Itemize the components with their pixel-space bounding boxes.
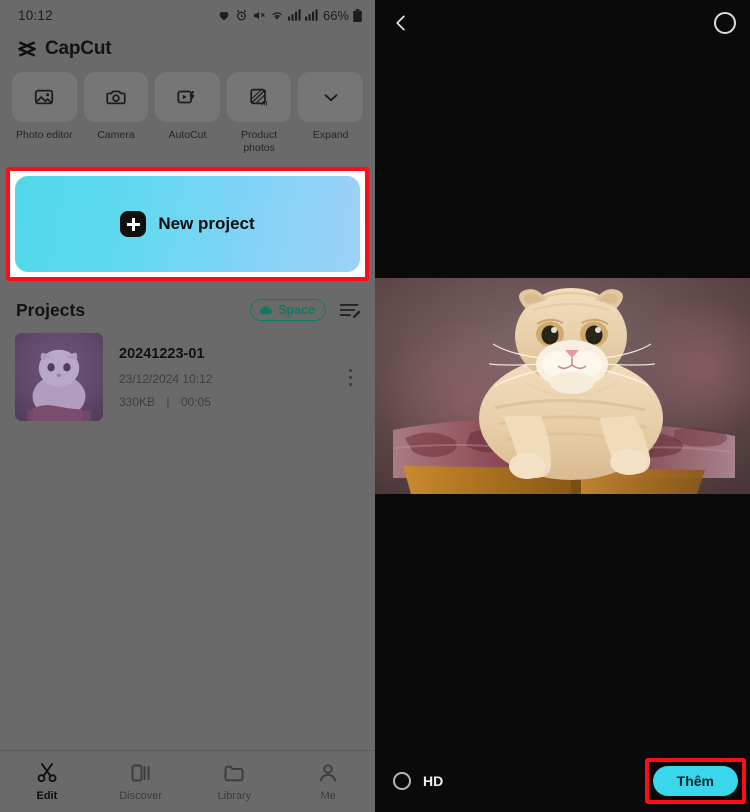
plus-icon: [120, 211, 147, 237]
project-date: 23/12/2024 10:12: [119, 371, 213, 386]
status-bar: 10:12 66%: [0, 0, 375, 30]
new-project-label: New project: [158, 214, 255, 233]
autocut-icon: [177, 90, 195, 104]
project-name: 20241223-01: [119, 345, 205, 362]
tool-product-photos-tile[interactable]: AI: [226, 72, 292, 122]
new-project-button[interactable]: New project: [15, 176, 360, 272]
cat-photo-image: [375, 278, 750, 494]
folder-icon: [224, 765, 244, 782]
tool-label: AutoCut: [168, 129, 207, 141]
camera-icon: [106, 90, 126, 105]
project-size: 330KB: [119, 394, 156, 409]
capcut-home-panel: 10:12 66% CapCut Photo editor Camera Aut…: [0, 0, 375, 812]
battery-percent: 66%: [322, 7, 349, 23]
space-chip-button[interactable]: Space: [250, 299, 326, 321]
preview-photo: [375, 278, 750, 494]
app-brand: CapCut: [0, 30, 375, 66]
tool-product-photos[interactable]: AI Product photos: [226, 72, 292, 154]
tool-expand-tile[interactable]: [298, 72, 363, 122]
tool-autocut[interactable]: AutoCut: [155, 72, 220, 154]
project-info: 20241223-01 23/12/2024 10:12 330KB | 00:…: [119, 346, 339, 409]
tool-label: Expand: [312, 129, 349, 141]
project-thumbnail[interactable]: [15, 333, 103, 421]
tool-photo-editor-tile[interactable]: [12, 72, 77, 122]
nav-label: Library: [217, 790, 252, 802]
person-icon: [319, 764, 337, 782]
discover-icon: [131, 764, 150, 782]
app-name: CapCut: [45, 38, 112, 59]
tool-autocut-tile[interactable]: [155, 72, 220, 122]
tool-camera-tile[interactable]: [83, 72, 149, 122]
nav-label: Edit: [36, 790, 58, 802]
add-button-highlight: Thêm: [644, 758, 746, 804]
tool-expand[interactable]: Expand: [298, 72, 363, 154]
preview-footer: HD Thêm: [375, 750, 750, 812]
select-circle-icon[interactable]: [714, 12, 736, 34]
wifi-icon: [272, 12, 282, 20]
signal-icon: [304, 9, 318, 21]
tool-label: Camera: [97, 129, 135, 141]
nav-label: Discover: [119, 790, 163, 802]
project-more-menu[interactable]: [339, 368, 361, 386]
tool-label: Product photos: [240, 129, 278, 154]
hd-label: HD: [423, 773, 444, 789]
photo-editor-icon: [35, 89, 54, 105]
space-chip-label: Space: [278, 303, 315, 317]
tool-photo-editor[interactable]: Photo editor: [12, 72, 77, 154]
product-photos-ai-icon: AI: [250, 88, 268, 107]
back-chevron-icon[interactable]: [391, 13, 411, 33]
new-project-highlight: New project: [6, 167, 369, 281]
projects-header-actions: Space: [250, 299, 361, 321]
scissors-icon: [37, 763, 57, 783]
status-icons: 66%: [217, 8, 362, 23]
projects-title: Projects: [16, 299, 86, 320]
projects-header: Projects Space: [0, 281, 375, 321]
media-preview-panel: HD Thêm: [375, 0, 750, 812]
thumbnail-tint: [15, 333, 103, 421]
more-vertical-icon-dot: [348, 375, 352, 379]
bottom-navigation: Edit Discover Library Me: [0, 750, 375, 812]
project-list-item[interactable]: 20241223-01 23/12/2024 10:12 330KB | 00:…: [0, 321, 375, 421]
battery-icon: [353, 8, 362, 22]
quick-tools-toolbar: Photo editor Camera AutoCut AI Product p…: [0, 66, 375, 154]
nav-item-library[interactable]: Library: [188, 761, 282, 802]
nav-item-edit[interactable]: Edit: [0, 761, 94, 802]
more-vertical-icon-dot: [348, 368, 352, 372]
project-meta-separator: |: [166, 394, 170, 409]
nav-item-me[interactable]: Me: [281, 761, 375, 802]
mute-icon: [254, 11, 265, 19]
preview-header: [375, 0, 750, 46]
chevron-down-icon: [324, 94, 338, 102]
add-button[interactable]: Thêm: [652, 766, 738, 796]
tool-label: Photo editor: [15, 129, 73, 141]
project-meta: 330KB | 00:05: [119, 395, 339, 409]
dual-screenshot: 10:12 66% CapCut Photo editor Camera Aut…: [0, 0, 750, 812]
project-duration: 00:05: [180, 394, 211, 409]
svg-text:AI: AI: [261, 101, 267, 107]
alarm-icon: [236, 9, 247, 20]
cloud-icon: [259, 306, 273, 315]
sort-edit-icon[interactable]: [339, 301, 361, 319]
hd-radio-unchecked-icon[interactable]: [393, 772, 411, 790]
tool-camera[interactable]: Camera: [83, 72, 149, 154]
capcut-logo-icon: [18, 41, 36, 57]
nav-item-discover[interactable]: Discover: [94, 761, 188, 802]
signal-icon: [287, 9, 301, 21]
nav-label: Me: [320, 790, 336, 802]
heart-icon: [219, 11, 229, 20]
more-vertical-icon-dot: [348, 382, 352, 386]
status-time: 10:12: [18, 7, 53, 23]
